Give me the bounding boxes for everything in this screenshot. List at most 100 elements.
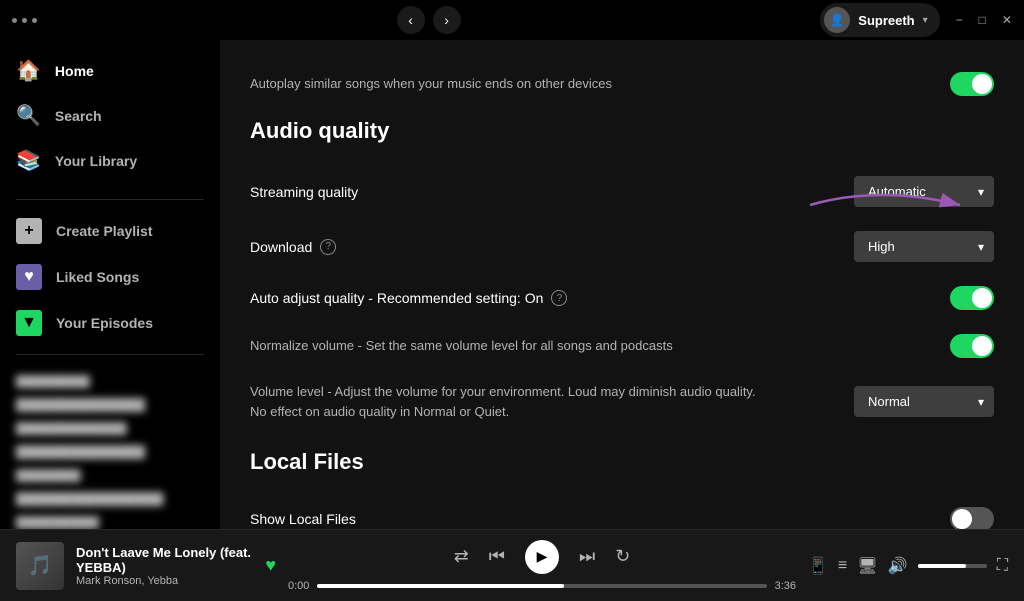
devices-button[interactable]: 📱 — [808, 556, 828, 576]
volume-level-select[interactable]: Quiet Normal Loud — [854, 386, 994, 417]
sidebar-item-library-label: Your Library — [55, 153, 137, 169]
time-total: 3:36 — [775, 580, 796, 592]
player: 🎵 Don't Laave Me Lonely (feat. YEBBA) Ma… — [0, 529, 1024, 601]
list-item[interactable]: ████████ — [8, 367, 212, 388]
progress-bar-container: 0:00 3:36 — [288, 580, 796, 592]
queue-button[interactable]: ≡ — [838, 557, 847, 575]
download-row: Download ? Low Normal High Very High — [250, 219, 994, 274]
sidebar-item-home[interactable]: 🏠 Home — [0, 48, 220, 93]
sidebar-item-library[interactable]: 📚 Your Library — [0, 138, 220, 183]
your-episodes-icon: ▼ — [16, 310, 42, 336]
search-icon: 🔍 — [16, 103, 41, 128]
volume-level-label: Volume level - Adjust the volume for you… — [250, 382, 770, 421]
progress-bar[interactable] — [317, 584, 766, 588]
username: Supreeth — [858, 13, 914, 28]
sidebar-item-search-label: Search — [55, 108, 102, 124]
toggle-knob — [972, 336, 992, 356]
minimize-button[interactable]: − — [956, 13, 963, 27]
download-select[interactable]: Low Normal High Very High — [854, 231, 994, 262]
list-item[interactable]: ████████████ — [8, 414, 212, 435]
next-button[interactable]: ⏭ — [579, 546, 595, 567]
list-item[interactable]: ████████████████ — [8, 484, 212, 505]
download-wrapper: Low Normal High Very High — [854, 231, 994, 262]
streaming-quality-row: Streaming quality Automatic Low Normal H… — [250, 164, 994, 219]
autoplay-row: Autoplay similar songs when your music e… — [250, 60, 994, 108]
list-item[interactable]: █████████ — [8, 508, 212, 529]
forward-button[interactable]: › — [433, 6, 461, 34]
normalize-toggle[interactable] — [950, 334, 994, 358]
autoplay-toggle[interactable] — [950, 72, 994, 96]
list-item[interactable]: ██████████████ — [8, 437, 212, 458]
dot2 — [22, 18, 27, 23]
toggle-knob — [972, 288, 992, 308]
toggle-knob — [972, 74, 992, 94]
fullscreen-button[interactable]: ⛶ — [997, 557, 1008, 575]
normalize-label: Normalize volume - Set the same volume l… — [250, 336, 673, 356]
sidebar-liked-songs-label: Liked Songs — [56, 269, 139, 285]
dot1 — [12, 18, 17, 23]
close-button[interactable]: ✕ — [1002, 13, 1012, 27]
auto-adjust-label: Auto adjust quality - Recommended settin… — [250, 290, 567, 306]
back-button[interactable]: ‹ — [397, 6, 425, 34]
show-local-files-row: Show Local Files — [250, 495, 994, 529]
play-button[interactable]: ▶ — [525, 540, 559, 574]
controls-row: ⇄ ⏮ ▶ ⏭ ↻ — [454, 540, 631, 574]
sidebar-divider-2 — [16, 354, 204, 355]
sidebar-your-episodes[interactable]: ▼ Your Episodes — [0, 300, 220, 346]
sidebar-create-playlist-label: Create Playlist — [56, 223, 153, 239]
sidebar-divider — [16, 199, 204, 200]
user-area[interactable]: 👤 Supreeth ▾ — [820, 3, 939, 37]
show-local-files-label: Show Local Files — [250, 511, 356, 527]
volume-icon[interactable]: 🔊 — [888, 556, 908, 576]
track-artist: Mark Ronson, Yebba — [76, 575, 253, 587]
player-controls: ⇄ ⏮ ▶ ⏭ ↻ 0:00 3:36 — [288, 540, 796, 592]
sidebar-item-search[interactable]: 🔍 Search — [0, 93, 220, 138]
titlebar-dots — [12, 18, 37, 23]
volume-fill — [918, 564, 967, 568]
time-current: 0:00 — [288, 580, 309, 592]
list-item[interactable]: ██████████████ — [8, 390, 212, 411]
streaming-quality-wrapper: Automatic Low Normal High Very High — [854, 176, 994, 207]
titlebar-controls: 👤 Supreeth ▾ − □ ✕ — [820, 3, 1012, 37]
auto-adjust-toggle[interactable] — [950, 286, 994, 310]
auto-adjust-help-icon[interactable]: ? — [551, 290, 567, 306]
player-right: 📱 ≡ 🖥 🔊 ⛶ — [808, 556, 1008, 576]
audio-quality-title: Audio quality — [250, 118, 994, 144]
local-files-title: Local Files — [250, 449, 994, 475]
autoplay-label: Autoplay similar songs when your music e… — [250, 74, 612, 94]
download-help-icon[interactable]: ? — [320, 239, 336, 255]
like-button[interactable]: ♥ — [265, 555, 276, 576]
sidebar-nav: 🏠 Home 🔍 Search 📚 Your Library — [0, 40, 220, 191]
liked-songs-icon: ♥ — [16, 264, 42, 290]
sidebar-playlists: ████████ ██████████████ ████████████ ███… — [0, 367, 220, 529]
dot3 — [32, 18, 37, 23]
sidebar-create-playlist[interactable]: + Create Playlist — [0, 208, 220, 254]
shuffle-button[interactable]: ⇄ — [454, 546, 469, 567]
normalize-row: Normalize volume - Set the same volume l… — [250, 322, 994, 370]
sidebar: 🏠 Home 🔍 Search 📚 Your Library + Create … — [0, 40, 220, 529]
track-title: Don't Laave Me Lonely (feat. YEBBA) — [76, 545, 253, 575]
toggle-knob — [952, 509, 972, 529]
titlebar: ‹ › 👤 Supreeth ▾ − □ ✕ — [0, 0, 1024, 40]
progress-fill — [317, 584, 564, 588]
chevron-down-icon: ▾ — [923, 15, 928, 26]
create-playlist-icon: + — [16, 218, 42, 244]
library-icon: 📚 — [16, 148, 41, 173]
auto-adjust-row: Auto adjust quality - Recommended settin… — [250, 274, 994, 322]
streaming-quality-select[interactable]: Automatic Low Normal High Very High — [854, 176, 994, 207]
volume-level-wrapper: Quiet Normal Loud — [854, 386, 994, 417]
repeat-button[interactable]: ↻ — [615, 546, 630, 567]
maximize-button[interactable]: □ — [979, 13, 986, 27]
prev-button[interactable]: ⏮ — [489, 546, 505, 567]
sidebar-liked-songs[interactable]: ♥ Liked Songs — [0, 254, 220, 300]
streaming-quality-label: Streaming quality — [250, 184, 358, 200]
avatar: 👤 — [824, 7, 850, 33]
list-item[interactable]: ███████ — [8, 461, 212, 482]
track-thumb-inner: 🎵 — [16, 542, 64, 590]
nav-arrows: ‹ › — [397, 6, 461, 34]
download-label: Download ? — [250, 239, 336, 255]
volume-level-row: Volume level - Adjust the volume for you… — [250, 370, 994, 433]
connect-button[interactable]: 🖥 — [857, 556, 877, 576]
volume-bar[interactable] — [918, 564, 987, 568]
show-local-files-toggle[interactable] — [950, 507, 994, 529]
